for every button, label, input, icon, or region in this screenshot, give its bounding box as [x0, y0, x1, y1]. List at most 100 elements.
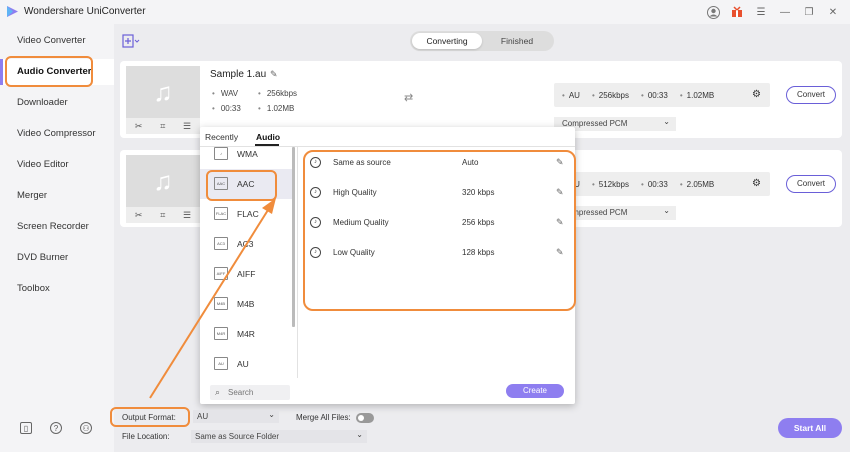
sidebar-item-toolbox[interactable]: Toolbox — [0, 276, 114, 302]
minimize-icon[interactable]: — — [778, 5, 792, 19]
settings-gear-icon[interactable]: ⚙ — [752, 178, 761, 189]
output-duration: 00:33 — [641, 180, 668, 189]
format-label: AAC — [237, 179, 255, 189]
file-location-select[interactable]: Same as Source Folder — [191, 428, 367, 443]
sidebar-item-screen-recorder[interactable]: Screen Recorder — [0, 214, 114, 240]
flac-file-icon: FLAC — [214, 207, 228, 220]
sidebar-item-video-editor[interactable]: Video Editor — [0, 152, 114, 178]
edit-icon[interactable]: ✎ — [556, 247, 564, 258]
sidebar-item-label: Downloader — [17, 97, 68, 108]
format-label: AU — [237, 359, 249, 369]
list-icon[interactable]: ☰ — [183, 210, 191, 221]
sidebar-item-dvd-burner[interactable]: DVD Burner — [0, 245, 114, 271]
help-icon[interactable]: ? — [50, 422, 62, 434]
format-item-au[interactable]: AU AU — [200, 349, 292, 379]
output-info: AU 512kbps 00:33 2.05MB — [554, 172, 770, 196]
sidebar-item-video-converter[interactable]: Video Converter — [0, 28, 114, 54]
trim-icon[interactable]: ✂ — [135, 121, 143, 132]
gift-icon[interactable] — [730, 5, 744, 19]
format-label: WMA — [237, 149, 258, 159]
sidebar-item-label: Video Compressor — [17, 128, 96, 139]
tab-converting[interactable]: Converting — [412, 33, 482, 49]
quality-value: 128 kbps — [462, 248, 495, 257]
edit-icon[interactable]: ✎ — [556, 157, 564, 168]
format-item-aac[interactable]: AAC AAC — [200, 169, 292, 199]
source-duration: 00:33 — [212, 104, 241, 113]
format-item-m4b[interactable]: M4B M4B — [200, 289, 292, 319]
quality-value: Auto — [462, 158, 479, 167]
format-item-ac3[interactable]: AC3 AC3 — [200, 229, 292, 259]
source-size: 1.02MB — [258, 104, 295, 113]
quality-row[interactable]: ♪ Low Quality 128 kbps ✎ — [300, 238, 572, 268]
output-duration: 00:33 — [641, 91, 668, 100]
m4r-file-icon: M4R — [214, 327, 228, 340]
file-tools: ✂ ⌗ ☰ — [126, 207, 200, 223]
quality-list: ♪ Same as source Auto ✎ ♪ High Quality 3… — [300, 147, 575, 377]
convert-button[interactable]: Convert — [786, 86, 836, 104]
sidebar-item-label: Toolbox — [17, 283, 50, 294]
convert-button[interactable]: Convert — [786, 175, 836, 193]
search-input[interactable] — [228, 386, 286, 399]
aac-file-icon: AAC — [214, 177, 228, 190]
sidebar-item-merger[interactable]: Merger — [0, 183, 114, 209]
app-logo-icon — [7, 6, 18, 17]
quality-row[interactable]: ♪ Medium Quality 256 kbps ✎ — [300, 208, 572, 238]
output-format-popup: Recently Audio ♪ WMA AAC AAC FLAC FLAC A… — [200, 127, 575, 404]
output-bitrate: 256kbps — [592, 91, 629, 100]
app-title: Wondershare UniConverter — [24, 6, 146, 17]
menu-icon[interactable]: ☰ — [754, 5, 768, 19]
quality-name: Same as source — [333, 158, 391, 167]
output-size: 2.05MB — [680, 180, 715, 189]
merge-label: Merge All Files: — [296, 413, 351, 422]
sidebar-item-label: Audio Converter — [17, 66, 92, 77]
output-format-select[interactable]: AU — [193, 408, 279, 423]
format-search: ⌕ — [210, 385, 290, 400]
tab-finished[interactable]: Finished — [482, 33, 552, 49]
search-icon: ⌕ — [215, 387, 221, 397]
rename-icon[interactable]: ✎ — [270, 69, 278, 80]
sidebar-item-video-compressor[interactable]: Video Compressor — [0, 121, 114, 147]
format-item-m4r[interactable]: M4R M4R — [200, 319, 292, 349]
quality-name: Medium Quality — [333, 218, 389, 227]
edit-icon[interactable]: ✎ — [556, 187, 564, 198]
quality-name: Low Quality — [333, 248, 375, 257]
add-file-icon[interactable] — [122, 34, 140, 51]
quality-name: High Quality — [333, 188, 377, 197]
crop-icon[interactable]: ⌗ — [160, 210, 165, 221]
conversion-tabs: Converting Finished — [410, 31, 554, 51]
file-tools: ✂ ⌗ ☰ — [126, 118, 200, 134]
people-icon[interactable]: ⚇ — [80, 422, 92, 434]
music-note-icon: ♫ — [153, 165, 173, 196]
format-item-flac[interactable]: FLAC FLAC — [200, 199, 292, 229]
format-item-aiff[interactable]: AIFF AIFF — [200, 259, 292, 289]
close-icon[interactable]: ✕ — [826, 5, 840, 19]
quality-row[interactable]: ♪ Same as source Auto ✎ — [300, 148, 572, 178]
edit-icon[interactable]: ✎ — [556, 217, 564, 228]
maximize-icon[interactable]: ❐ — [802, 5, 816, 19]
format-list-scrollbar[interactable] — [292, 147, 295, 327]
file-name: Sample 1.au — [210, 69, 267, 80]
sidebar-item-label: DVD Burner — [17, 252, 69, 263]
file-thumbnail: ♫ — [126, 155, 200, 207]
sidebar-item-label: Screen Recorder — [17, 221, 89, 232]
format-item-wma[interactable]: ♪ WMA — [200, 139, 292, 169]
trim-icon[interactable]: ✂ — [135, 210, 143, 221]
book-icon[interactable]: ▯ — [20, 422, 32, 434]
create-button[interactable]: Create — [506, 384, 564, 398]
settings-gear-icon[interactable]: ⚙ — [752, 89, 761, 100]
sidebar-item-downloader[interactable]: Downloader — [0, 90, 114, 116]
audio-quality-icon: ♪ — [310, 217, 321, 228]
sidebar-item-label: Video Editor — [17, 159, 69, 170]
quality-row[interactable]: ♪ High Quality 320 kbps ✎ — [300, 178, 572, 208]
crop-icon[interactable]: ⌗ — [160, 121, 165, 132]
sidebar-item-audio-converter[interactable]: Audio Converter — [0, 59, 114, 85]
sidebar-item-label: Video Converter — [17, 35, 86, 46]
audio-quality-icon: ♪ — [310, 247, 321, 258]
list-icon[interactable]: ☰ — [183, 121, 191, 132]
start-all-button[interactable]: Start All — [778, 418, 842, 438]
merge-toggle[interactable] — [356, 413, 374, 423]
output-format-label: Output Format: — [122, 413, 176, 422]
user-icon[interactable] — [706, 5, 720, 19]
audio-quality-icon: ♪ — [310, 157, 321, 168]
source-format: WAV — [212, 89, 238, 98]
